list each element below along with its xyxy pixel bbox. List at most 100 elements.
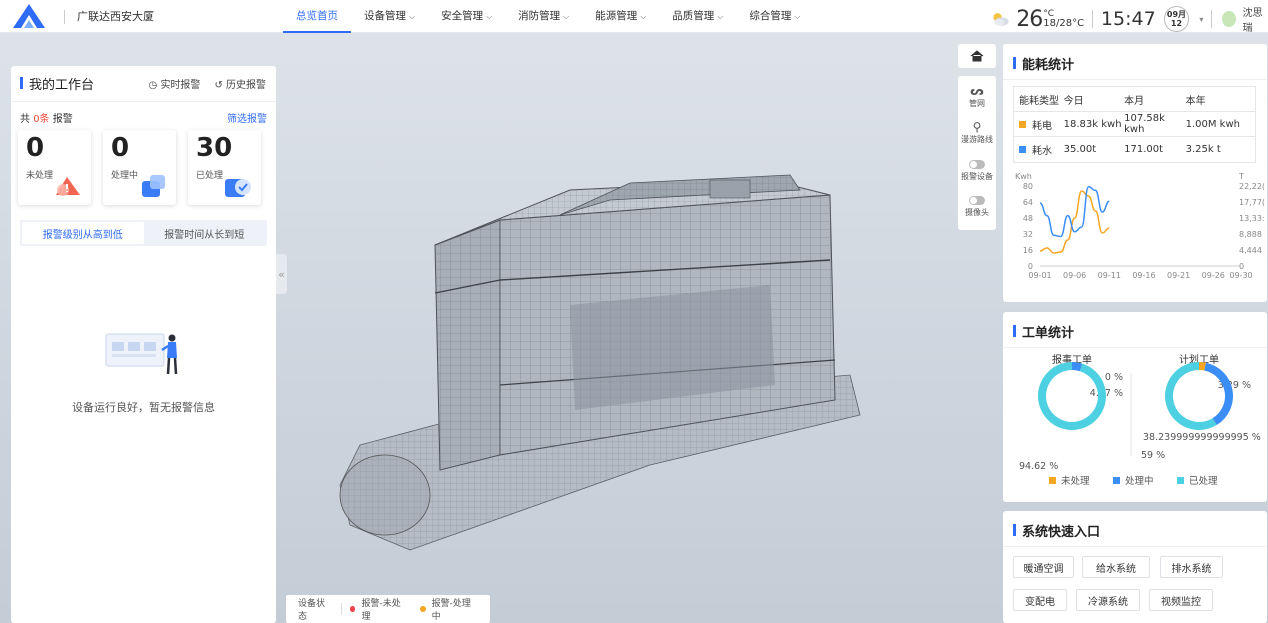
divider bbox=[11, 101, 276, 102]
nav-quality[interactable]: 品质管理 ⌵ bbox=[659, 0, 736, 33]
nav-overview[interactable]: 总览首页 bbox=[283, 0, 351, 33]
work-order-title: 工单统计 bbox=[1013, 322, 1074, 341]
status-item: 报警-处理中 bbox=[419, 596, 478, 622]
top-bar: 广联达西安大厦 总览首页 设备管理 ⌵ 安全管理 ⌵ 消防管理 ⌵ 能源管理 ⌵ 品质管… bbox=[0, 0, 1268, 34]
tool-alarm-devices[interactable]: 报警设备 bbox=[958, 160, 996, 182]
x-tick-label: 09-11 bbox=[1098, 271, 1121, 280]
history-alarm-label: 历史报警 bbox=[226, 80, 266, 91]
nav-fire[interactable]: 消防管理 ⌵ bbox=[505, 0, 582, 33]
pipe-icon: ᔕ bbox=[970, 84, 984, 98]
history-alarm-link[interactable]: ↺ 历史报警 bbox=[214, 76, 266, 91]
table-header-row: 能耗类型 今日 本月 本年 bbox=[1014, 87, 1255, 112]
chevron-down-icon: ⌵ bbox=[409, 12, 416, 21]
history-icon: ↺ bbox=[214, 80, 226, 91]
energy-table: 能耗类型 今日 本月 本年 耗电 18.83k kwh 107.58k kwh … bbox=[1013, 86, 1256, 163]
quick-entry-panel: 系统快速入口 暖通空调 给水系统 排水系统 变配电 冷源系统 视频监控 bbox=[1003, 511, 1267, 623]
stat-label: 未处理 bbox=[26, 171, 54, 181]
divider bbox=[1003, 546, 1267, 547]
tab-sort-level[interactable]: 报警级别从高到低 bbox=[22, 222, 144, 244]
tool-label: 报警设备 bbox=[961, 172, 993, 181]
legend-square-icon bbox=[1019, 146, 1026, 153]
status-item-label: 报警-未处理 bbox=[361, 599, 401, 622]
tool-roaming-route[interactable]: ⚲ 漫游路线 bbox=[958, 120, 996, 145]
quick-drainage-button[interactable]: 排水系统 bbox=[1160, 556, 1223, 578]
temperature: 26 bbox=[1016, 6, 1043, 32]
donut-slice bbox=[1165, 362, 1217, 430]
app-logo bbox=[13, 4, 45, 28]
date-day: 12 bbox=[1170, 19, 1183, 28]
stat-card-processed[interactable]: 30 已处理 bbox=[188, 130, 261, 205]
nav-label: 安全管理 bbox=[441, 10, 484, 22]
nav-security[interactable]: 安全管理 ⌵ bbox=[428, 0, 505, 33]
legend-label: 已处理 bbox=[1189, 475, 1218, 487]
legend-square-icon bbox=[1049, 477, 1056, 484]
stat-card-processing[interactable]: 0 处理中 bbox=[103, 130, 176, 205]
empty-state-illustration bbox=[105, 333, 178, 375]
stat-card-unprocessed[interactable]: 0 未处理 bbox=[18, 130, 91, 205]
y-tick-label: 64 bbox=[1023, 198, 1033, 207]
tab-sort-time[interactable]: 报警时间从长到短 bbox=[144, 222, 266, 244]
toggle-icon[interactable] bbox=[969, 196, 985, 205]
y-tick-label-right: 17,77( bbox=[1239, 198, 1265, 207]
quick-cold-source-button[interactable]: 冷源系统 bbox=[1076, 589, 1140, 611]
avatar[interactable] bbox=[1222, 11, 1236, 27]
quick-entry-title: 系统快速入口 bbox=[1013, 521, 1100, 540]
quick-power-distribution-button[interactable]: 变配电 bbox=[1013, 589, 1067, 611]
chevron-down-icon: ⌵ bbox=[717, 12, 724, 21]
filter-alarm-link[interactable]: 筛选报警 bbox=[227, 110, 267, 125]
table-cell: 耗水 bbox=[1014, 142, 1064, 157]
clock-icon: ◷ bbox=[148, 80, 161, 91]
tool-cameras[interactable]: 摄像头 bbox=[958, 196, 996, 218]
y-tick-label-right: 4,444 bbox=[1239, 246, 1262, 255]
double-chevron-left-icon: « bbox=[278, 267, 285, 281]
realtime-alarm-link[interactable]: ◷ 实时报警 bbox=[149, 76, 201, 91]
scene-toolbox: ᔕ 管网 ⚲ 漫游路线 报警设备 摄像头 bbox=[958, 76, 996, 230]
divider bbox=[1092, 10, 1093, 28]
stat-value: 30 bbox=[196, 133, 233, 163]
table-header-cell: 能耗类型 bbox=[1019, 95, 1059, 107]
collapse-panel-button[interactable]: « bbox=[276, 254, 287, 294]
processing-icon bbox=[142, 175, 165, 197]
x-tick-label: 09-01 bbox=[1028, 271, 1051, 280]
nav-energy[interactable]: 能源管理 ⌵ bbox=[582, 0, 659, 33]
nav-label: 能源管理 bbox=[595, 10, 638, 22]
table-cell: 171.00t bbox=[1124, 144, 1164, 155]
y-tick-label-right: 8,888 bbox=[1239, 230, 1262, 239]
donut-slice-label: 4.87 % bbox=[1090, 388, 1123, 399]
quick-hvac-button[interactable]: 暖通空调 bbox=[1013, 556, 1074, 578]
divider bbox=[340, 603, 342, 615]
toggle-icon[interactable] bbox=[969, 160, 985, 169]
total-prefix: 共 bbox=[20, 114, 34, 125]
donut-slice-label: 59 % bbox=[1141, 450, 1165, 461]
date-month: 09月 bbox=[1166, 10, 1187, 19]
tool-pipe-network[interactable]: ᔕ 管网 bbox=[958, 84, 996, 109]
alarm-unprocessed-icon bbox=[56, 177, 80, 196]
energy-line-chart: Kwh T 0 16 32 48 64 80 0 4,444 8,888 13,33: 17,77(22… bbox=[1015, 172, 1265, 280]
nav-general[interactable]: 综合管理 ⌵ bbox=[736, 0, 813, 33]
quick-water-supply-button[interactable]: 给水系统 bbox=[1082, 556, 1150, 578]
y-tick-label: 48 bbox=[1023, 214, 1033, 223]
building-3d-model[interactable] bbox=[330, 165, 865, 565]
nav-equipment[interactable]: 设备管理 ⌵ bbox=[351, 0, 428, 33]
chevron-down-icon: ⌵ bbox=[640, 12, 647, 21]
user-name[interactable]: 沈思瑞 bbox=[1243, 4, 1268, 34]
quick-video-monitor-button[interactable]: 视频监控 bbox=[1149, 589, 1213, 611]
y-tick-label: 32 bbox=[1023, 230, 1033, 239]
x-tick-label: 09-21 bbox=[1167, 271, 1190, 280]
tool-label: 漫游路线 bbox=[961, 135, 993, 144]
stat-label: 处理中 bbox=[111, 171, 139, 181]
y-tick-label: 80 bbox=[1023, 182, 1033, 191]
work-order-donut-charts: 报事工单0 %4.87 %94.62 %计划工单3.29 %38.2399999… bbox=[1019, 353, 1261, 487]
alarm-links: ◷ 实时报警 ↺ 历史报警 bbox=[149, 76, 266, 91]
divider bbox=[1003, 79, 1267, 80]
donut-slice-label: 38.239999999999995 % bbox=[1143, 432, 1261, 443]
total-count: 0条 bbox=[33, 114, 50, 125]
home-view-button[interactable] bbox=[958, 44, 996, 68]
partly-cloudy-icon bbox=[993, 13, 1009, 26]
workbench-panel: 我的工作台 ◷ 实时报警 ↺ 历史报警 共 0条 报警 筛选报警 0 未处理 0… bbox=[11, 66, 276, 623]
clock-time: 15:47 bbox=[1100, 8, 1156, 30]
location-icon: ⚲ bbox=[972, 120, 982, 134]
chevron-down-icon[interactable]: ▾ bbox=[1199, 15, 1203, 24]
y-tick-label-right: 22,22( bbox=[1239, 182, 1265, 191]
status-item-label: 报警-处理中 bbox=[431, 599, 471, 622]
